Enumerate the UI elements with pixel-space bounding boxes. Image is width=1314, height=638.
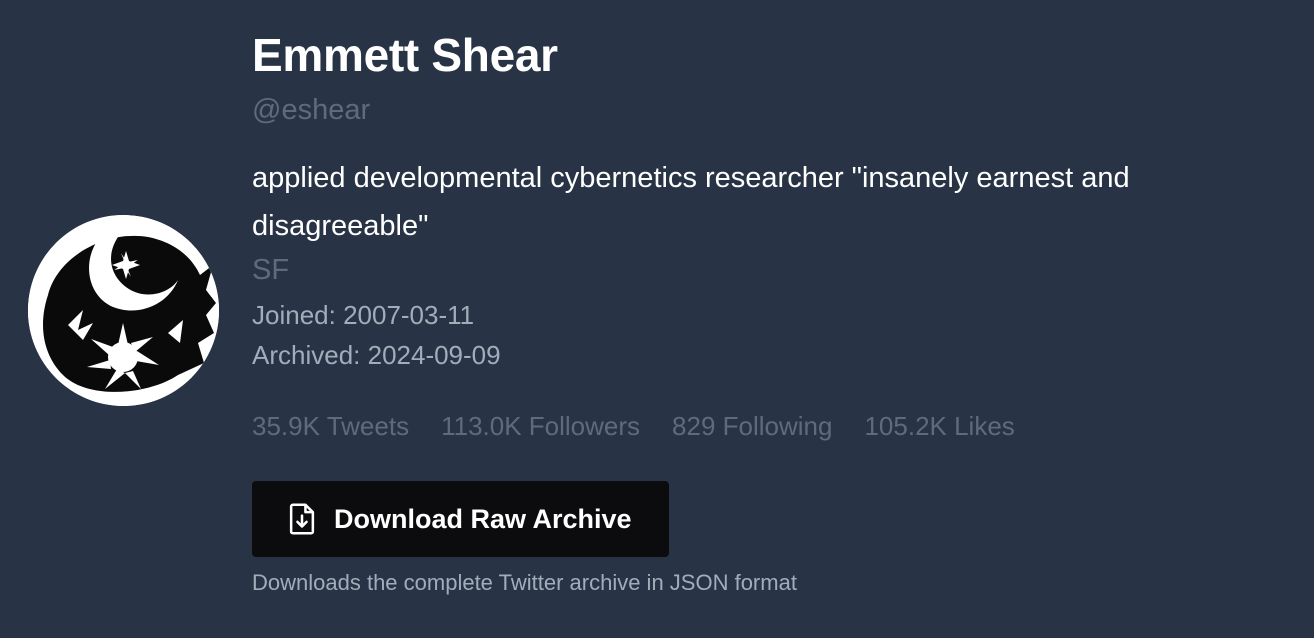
profile-location: SF [252, 254, 290, 286]
archived-date: Archived: 2024-09-09 [252, 340, 501, 370]
download-note: Downloads the complete Twitter archive i… [252, 570, 797, 595]
likes-count: 105.2K Likes [864, 411, 1015, 441]
profile-handle: @eshear [252, 94, 371, 126]
file-download-icon [288, 503, 316, 535]
profile-stats: 35.9K Tweets 113.0K Followers 829 Follow… [252, 411, 1015, 442]
profile-bio: applied developmental cybernetics resear… [252, 162, 1130, 242]
profile-name: Emmett Shear [252, 29, 558, 81]
download-raw-archive-button[interactable]: Download Raw Archive [252, 481, 669, 557]
following-count: 829 Following [672, 411, 833, 441]
tweets-count: 35.9K Tweets [252, 411, 410, 441]
download-button-label: Download Raw Archive [334, 503, 632, 534]
moon-sun-avatar-icon [28, 215, 219, 406]
joined-date: Joined: 2007-03-11 [252, 300, 475, 330]
avatar [28, 215, 219, 406]
followers-count: 113.0K Followers [441, 411, 641, 441]
